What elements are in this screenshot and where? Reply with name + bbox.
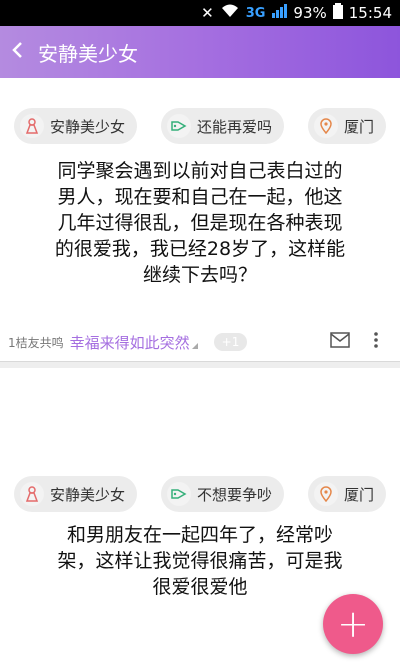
chevron-left-icon — [12, 41, 22, 58]
person-icon — [20, 114, 44, 138]
mood-label[interactable]: 幸福来得如此突然 — [70, 332, 190, 353]
location-icon — [313, 482, 338, 506]
tag-label: 厦门 — [343, 485, 374, 504]
clock: 15:54 — [348, 4, 392, 22]
tag-user[interactable]: 安静美少女 — [14, 476, 138, 512]
network-type: 3G — [245, 5, 266, 21]
tag-label: 安静美少女 — [50, 485, 126, 504]
tag-location[interactable]: 厦门 — [307, 476, 386, 512]
wifi-icon — [220, 3, 240, 23]
status-bar: ✕ 3G 93% 15:54 — [0, 0, 400, 26]
tag-row: 安静美少女 不想要争吵 厦门 — [14, 476, 386, 516]
battery-icon — [332, 3, 343, 23]
person-icon — [20, 482, 44, 506]
location-icon — [313, 114, 338, 138]
tag-label: 还能再爱吗 — [196, 117, 272, 136]
more-vertical-icon[interactable] — [374, 332, 378, 352]
tag-icon — [166, 114, 191, 138]
post-line: 架，这样让我觉得很痛苦，可是我 — [57, 550, 343, 572]
post-line: 几年过得很乱，但是现在各种表现 — [57, 212, 343, 234]
mail-icon[interactable] — [330, 332, 350, 352]
tag-label: 不想要争吵 — [196, 485, 272, 504]
tag-topic[interactable]: 不想要争吵 — [160, 476, 284, 512]
tag-label: 厦门 — [343, 117, 374, 136]
post-meta: 1桔友共鸣 幸福来得如此突然 +1 — [8, 330, 392, 354]
add-post-button[interactable]: + — [323, 594, 383, 654]
post-divider — [0, 361, 400, 368]
post-line: 很爱很爱他 — [152, 576, 248, 598]
post-line: 男人，现在要和自己在一起，他这 — [57, 186, 343, 208]
plus-icon: + — [337, 602, 369, 646]
battery-percent: 93% — [293, 4, 327, 22]
post-body: 同学聚会遇到以前对自己表白过的 男人，现在要和自己在一起，他这 几年过得很乱，但… — [30, 158, 370, 288]
back-button[interactable] — [10, 40, 38, 65]
mute-icon: ✕ — [201, 4, 214, 22]
tag-user[interactable]: 安静美少女 — [14, 108, 138, 144]
plus-one-button[interactable]: +1 — [213, 333, 248, 351]
page-title: 安静美少女 — [38, 41, 138, 66]
tag-label: 安静美少女 — [50, 117, 126, 136]
tag-topic[interactable]: 还能再爱吗 — [160, 108, 284, 144]
tag-location[interactable]: 厦门 — [307, 108, 386, 144]
tag-row: 安静美少女 还能再爱吗 厦门 — [14, 108, 386, 148]
resonance-count: 1桔友共鸣 — [8, 335, 64, 350]
post-line: 同学聚会遇到以前对自己表白过的 — [57, 160, 343, 182]
dropdown-corner-icon — [191, 343, 198, 349]
tag-icon — [166, 482, 191, 506]
post-card[interactable]: 安静美少女 还能再爱吗 厦门 同学聚会遇到以前对自己表白过的 男人，现在要和自己… — [0, 78, 400, 356]
post-line: 继续下去吗？ — [142, 264, 257, 286]
signal-icon — [271, 3, 288, 23]
post-line: 的很爱我，我已经28岁了，这样能 — [54, 238, 346, 260]
app-bar: 安静美少女 — [0, 26, 400, 78]
post-body: 和男朋友在一起四年了，经常吵 架，这样让我觉得很痛苦，可是我 很爱很爱他 — [30, 522, 370, 600]
post-line: 和男朋友在一起四年了，经常吵 — [66, 524, 333, 546]
